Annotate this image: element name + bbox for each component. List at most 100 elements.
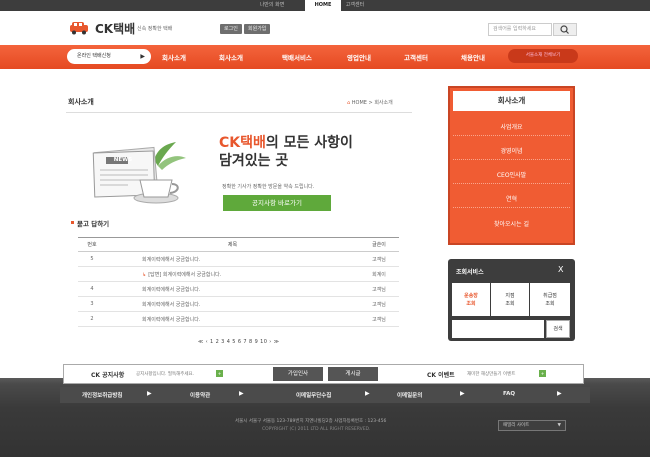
sidebar-title: 회사소개 (453, 91, 570, 111)
seoul-all-view-button[interactable]: 서울소재 전체보기 (508, 49, 578, 63)
breadcrumb-home[interactable]: HOME (352, 100, 367, 106)
row-title-cell[interactable]: ↳ [답변] 회계이력에해서 궁금합니다. (106, 266, 359, 282)
breadcrumb-current: 회사소개 (374, 100, 393, 106)
footer-address: 서울시 서울구 서울동 123-789번지 지엔나빌딩2층 사업자등록번호 : … (235, 419, 387, 424)
event-label[interactable]: CK 이벤트 (427, 370, 455, 379)
nav-item-customer-center[interactable]: 고객센터 (404, 52, 428, 62)
footer-link-terms[interactable]: 이용약관 (190, 391, 210, 399)
tab-waybill-lookup[interactable]: 운송장 조회 (452, 283, 490, 316)
tab-agency-lookup[interactable]: 취급점 조회 (530, 283, 570, 316)
search-button[interactable] (553, 23, 577, 36)
row-author: 회계이 (359, 266, 399, 282)
qa-section-title: 묻고 답하기 (77, 220, 110, 228)
tab-customer-center[interactable]: 고객센터 (343, 0, 367, 11)
row-title[interactable]: [답변] 회계이력에해서 궁금합니다. (148, 272, 221, 278)
col-header-title: 제목 (106, 237, 359, 252)
event-text[interactable]: 재미한 해상만들기 이벤트 (467, 371, 515, 377)
tab-label-line2: 조회 (466, 301, 476, 307)
notice-label[interactable]: CK 공지사항 (91, 370, 124, 379)
sidebar-item-philosophy[interactable]: 경영이념 (453, 143, 570, 160)
arrow-right-icon: ▶ (140, 53, 145, 60)
sidebar-item-ceo-greeting[interactable]: CEO인사말 (453, 167, 570, 184)
board-button[interactable]: 게시글 (328, 367, 378, 381)
home-icon: ⌂ (347, 100, 351, 106)
row-number: 3 (78, 296, 106, 312)
family-site-select[interactable]: 패밀리 사이트 ▼ (498, 420, 566, 431)
headline-line2: 담겨있는 곳 (219, 153, 289, 169)
family-site-label: 패밀리 사이트 (503, 423, 530, 428)
row-number: 5 (78, 251, 106, 267)
nav-item-business[interactable]: 영업안내 (347, 52, 371, 62)
reply-arrow-icon: ↳ (142, 271, 147, 278)
tab-label-line2: 조회 (505, 301, 515, 307)
col-header-author: 글쓴이 (359, 237, 399, 252)
hero-headline: CK택배의 모든 사항이 담겨있는 곳 (219, 134, 353, 170)
row-number: 4 (78, 281, 106, 297)
tab-label-line1: 운송장 (464, 293, 478, 299)
arrow-right-icon: ▶ (557, 390, 562, 397)
newspaper-coffee-illustration (92, 142, 186, 204)
footer-link-email-inquiry[interactable]: 이메일문의 (397, 391, 422, 399)
footer-link-email-policy[interactable]: 이메일무단수집 (296, 391, 331, 399)
table-row[interactable]: 4 회계이력에해서 궁금합니다. 고객님 (78, 281, 399, 297)
footer-link-privacy[interactable]: 개인정보취급방침 (82, 391, 122, 399)
close-icon[interactable]: X (558, 265, 563, 274)
tab-label-line2: 조회 (545, 301, 555, 307)
row-number (78, 266, 106, 282)
lookup-search-button[interactable]: 검색 (546, 320, 570, 338)
sidebar-item-history[interactable]: 연혁 (453, 191, 570, 208)
headline-line1: 의 모든 사항이 (265, 135, 353, 151)
login-button[interactable]: 로그인 (220, 24, 242, 34)
top-utility-bar: 나만의 화면 HOME 고객센터 (0, 0, 650, 11)
row-title[interactable]: 회계이력에해서 궁금합니다. (106, 281, 359, 297)
headline-brand: CK택배 (219, 135, 266, 151)
newspaper-label: NEWS (113, 157, 133, 163)
page-title: 회사소개 (68, 98, 94, 106)
arrow-right-icon: ▶ (147, 390, 152, 397)
footer-link-faq[interactable]: FAQ (503, 391, 515, 397)
tab-home[interactable]: HOME (305, 0, 341, 11)
pagination[interactable]: ≪ ‹ 1 2 3 4 5 6 7 8 9 10 › ≫ (198, 339, 279, 345)
tab-branch-lookup[interactable]: 지점 조회 (491, 283, 529, 316)
row-title[interactable]: 회계이력에해서 궁금합니다. (106, 251, 359, 267)
divider (66, 112, 412, 113)
tab-label-line1: 지점 (505, 293, 515, 299)
lookup-input[interactable] (452, 320, 544, 338)
search-icon (560, 25, 569, 34)
row-title[interactable]: 회계이력에해서 궁금합니다. (106, 296, 359, 312)
table-row[interactable]: 3 회계이력에해서 궁금합니다. 고객님 (78, 296, 399, 312)
table-row[interactable]: 5 회계이력에해서 궁금합니다. 고객님 (78, 251, 399, 267)
arrow-right-icon: ▶ (365, 390, 370, 397)
event-more-icon[interactable]: + (539, 370, 546, 377)
tab-label-line1: 취급점 (543, 293, 557, 299)
chevron-down-icon: ▼ (557, 423, 561, 428)
logo-tagline: 신속 정확한 택배 (137, 26, 173, 32)
logo-text[interactable]: CK택배 (95, 20, 135, 37)
join-button[interactable]: 회원가입 (244, 24, 271, 34)
notice-shortcut-button[interactable]: 공지사항 바로가기 (223, 195, 331, 211)
sidebar-item-overview[interactable]: 사업개요 (453, 119, 570, 136)
notice-more-icon[interactable]: + (216, 370, 223, 377)
greeting-button[interactable]: 가입인사 (273, 367, 323, 381)
sidebar-item-directions[interactable]: 찾아오시는 길 (453, 216, 570, 233)
footer-copyright: COPYRIGHT (C) 2011 LTD ALL RIGHT RESERVE… (262, 427, 371, 432)
nav-item-delivery-service[interactable]: 택배서비스 (282, 52, 312, 62)
row-title[interactable]: 회계이력에해서 궁금합니다. (106, 311, 359, 327)
qa-table: 번호 제목 글쓴이 5 회계이력에해서 궁금합니다. 고객님 ↳ [답변] 회계이… (78, 237, 399, 327)
search-input[interactable]: 검색어를 입력하세요 (488, 23, 552, 36)
nav-item-service-info[interactable]: 회사소개 (219, 52, 243, 62)
row-number: 2 (78, 311, 106, 327)
arrow-right-icon: ▶ (239, 390, 244, 397)
nav-item-company[interactable]: 회사소개 (162, 52, 186, 62)
table-row[interactable]: ↳ [답변] 회계이력에해서 궁금합니다. 회계이 (78, 266, 399, 282)
online-delivery-request-label: 온라인 택배신청 (77, 53, 111, 59)
nav-item-recruit[interactable]: 채용안내 (461, 52, 485, 62)
row-author: 고객님 (359, 311, 399, 327)
hero-subtitle: 정확한 기사가 정확한 방문을 약속 드립니다. (222, 184, 315, 190)
online-delivery-request-button[interactable]: 온라인 택배신청 ▶ (67, 49, 151, 64)
row-author: 고객님 (359, 251, 399, 267)
table-row[interactable]: 2 회계이력에해서 궁금합니다. 고객님 (78, 311, 399, 327)
tab-my-screen[interactable]: 나만의 화면 (250, 0, 294, 11)
notice-text[interactable]: 공지사항입니다. 필독해주세요. (136, 371, 194, 377)
col-header-number: 번호 (78, 237, 106, 252)
